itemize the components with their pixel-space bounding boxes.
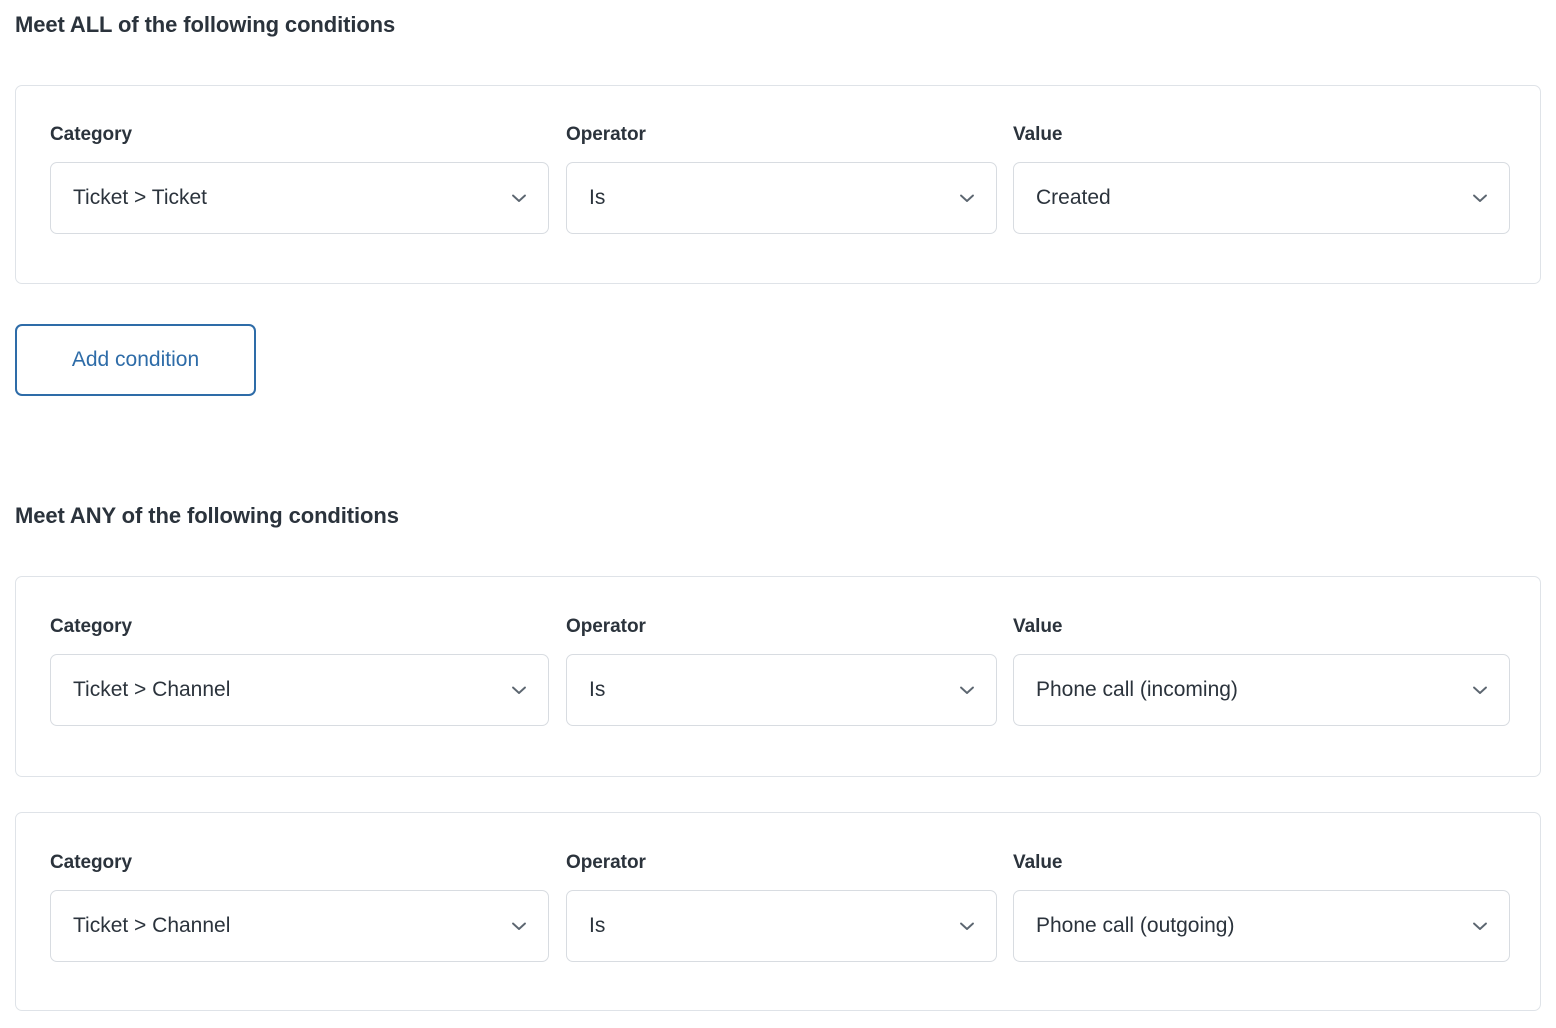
operator-label: Operator	[566, 124, 646, 145]
value-select-value: Created	[1036, 186, 1111, 209]
condition-card: Category Ticket > Channel Operator Is Va…	[15, 812, 1541, 1011]
value-select[interactable]: Created	[1013, 162, 1510, 234]
condition-card: Category Ticket > Ticket Operator Is Val…	[15, 85, 1541, 284]
field-value: Value Phone call (incoming)	[1013, 616, 1510, 726]
value-select[interactable]: Phone call (outgoing)	[1013, 890, 1510, 962]
section-heading-any: Meet ANY of the following conditions	[15, 503, 399, 528]
operator-label: Operator	[566, 616, 646, 637]
chevron-down-icon	[508, 679, 530, 701]
category-select-value: Ticket > Ticket	[73, 186, 208, 209]
value-label: Value	[1013, 616, 1063, 637]
field-operator: Operator Is	[566, 852, 997, 962]
category-label: Category	[50, 852, 132, 873]
category-select[interactable]: Ticket > Channel	[50, 890, 549, 962]
operator-label: Operator	[566, 852, 646, 873]
operator-select[interactable]: Is	[566, 162, 997, 234]
condition-row: Category Ticket > Channel Operator Is Va…	[16, 577, 1540, 776]
add-condition-button[interactable]: Add condition	[15, 324, 256, 396]
chevron-down-icon	[1469, 679, 1491, 701]
condition-row: Category Ticket > Channel Operator Is Va…	[16, 813, 1540, 1010]
category-select[interactable]: Ticket > Ticket	[50, 162, 549, 234]
chevron-down-icon	[1469, 915, 1491, 937]
operator-select[interactable]: Is	[566, 890, 997, 962]
category-select-value: Ticket > Channel	[73, 914, 231, 937]
chevron-down-icon	[508, 187, 530, 209]
value-label: Value	[1013, 124, 1063, 145]
operator-select-value: Is	[589, 186, 606, 209]
category-label: Category	[50, 616, 132, 637]
condition-row: Category Ticket > Ticket Operator Is Val…	[16, 86, 1540, 283]
chevron-down-icon	[508, 915, 530, 937]
operator-select[interactable]: Is	[566, 654, 997, 726]
operator-select-value: Is	[589, 914, 606, 937]
conditions-builder: Meet ALL of the following conditions Cat…	[0, 0, 1556, 1028]
field-operator: Operator Is	[566, 616, 997, 726]
section-heading-all: Meet ALL of the following conditions	[15, 12, 396, 37]
field-category: Category Ticket > Channel	[50, 616, 549, 726]
value-label: Value	[1013, 852, 1063, 873]
field-category: Category Ticket > Ticket	[50, 124, 549, 234]
value-select[interactable]: Phone call (incoming)	[1013, 654, 1510, 726]
field-value: Value Phone call (outgoing)	[1013, 852, 1510, 962]
condition-card: Category Ticket > Channel Operator Is Va…	[15, 576, 1541, 777]
value-select-value: Phone call (incoming)	[1036, 678, 1238, 701]
field-operator: Operator Is	[566, 124, 997, 234]
chevron-down-icon	[956, 915, 978, 937]
category-select[interactable]: Ticket > Channel	[50, 654, 549, 726]
operator-select-value: Is	[589, 678, 606, 701]
category-select-value: Ticket > Channel	[73, 678, 231, 701]
chevron-down-icon	[956, 187, 978, 209]
field-value: Value Created	[1013, 124, 1510, 234]
value-select-value: Phone call (outgoing)	[1036, 914, 1235, 937]
field-category: Category Ticket > Channel	[50, 852, 549, 962]
chevron-down-icon	[956, 679, 978, 701]
chevron-down-icon	[1469, 187, 1491, 209]
category-label: Category	[50, 124, 132, 145]
